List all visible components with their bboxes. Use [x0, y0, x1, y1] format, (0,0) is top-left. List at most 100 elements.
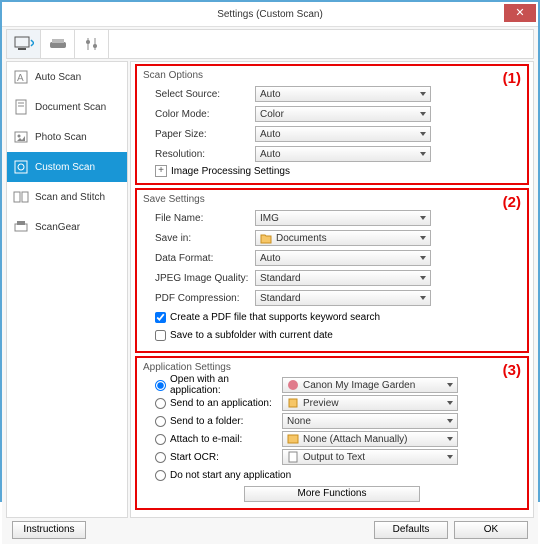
svg-text:A: A — [17, 73, 24, 84]
start-ocr-dropdown[interactable]: Output to Text — [282, 449, 458, 465]
photo-scan-icon — [13, 129, 29, 145]
dropdown-value: Standard — [260, 293, 301, 304]
button-label: More Functions — [298, 488, 367, 499]
app-icon — [287, 379, 299, 391]
button-label: OK — [484, 524, 498, 535]
open-with-app-radio[interactable] — [155, 380, 166, 391]
send-to-app-radio[interactable] — [155, 398, 166, 409]
radio-label: Send to a folder: — [170, 416, 278, 427]
pdf-compression-dropdown[interactable]: Standard — [255, 290, 431, 306]
radio-label: Open with an application: — [170, 374, 278, 396]
section-save-settings: Save Settings (2) File Name: IMG Save in… — [135, 188, 529, 353]
send-to-folder-dropdown[interactable]: None — [282, 413, 458, 429]
dropdown-value: None — [287, 416, 311, 427]
section-scan-options: Scan Options (1) Select Source: Auto Col… — [135, 64, 529, 185]
jpeg-quality-label: JPEG Image Quality: — [143, 273, 255, 284]
keyword-search-checkbox[interactable] — [155, 312, 166, 323]
custom-scan-icon — [13, 159, 29, 175]
folder-icon — [260, 232, 272, 244]
dropdown-value: Preview — [303, 398, 339, 409]
sidebar-item-label: ScanGear — [35, 222, 80, 233]
scangear-icon — [13, 219, 29, 235]
dropdown-value: Auto — [260, 89, 281, 100]
sidebar-item-auto-scan[interactable]: A Auto Scan — [7, 62, 127, 92]
callout-3: (3) — [503, 362, 521, 379]
data-format-label: Data Format: — [143, 253, 255, 264]
data-format-dropdown[interactable]: Auto — [255, 250, 431, 266]
save-in-dropdown[interactable]: Documents — [255, 230, 431, 246]
button-label: Instructions — [23, 524, 74, 535]
attach-email-dropdown[interactable]: None (Attach Manually) — [282, 431, 458, 447]
preview-icon — [287, 397, 299, 409]
titlebar: Settings (Custom Scan) ✕ — [2, 2, 538, 26]
instructions-button[interactable]: Instructions — [12, 521, 86, 539]
defaults-button[interactable]: Defaults — [374, 521, 448, 539]
start-ocr-radio[interactable] — [155, 452, 166, 463]
send-to-app-dropdown[interactable]: Preview — [282, 395, 458, 411]
text-icon — [287, 451, 299, 463]
pdf-compression-label: PDF Compression: — [143, 293, 255, 304]
sliders-icon — [84, 36, 100, 52]
color-mode-dropdown[interactable]: Color — [255, 106, 431, 122]
radio-label: Start OCR: — [170, 452, 278, 463]
jpeg-quality-dropdown[interactable]: Standard — [255, 270, 431, 286]
file-name-field[interactable]: IMG — [255, 210, 431, 226]
image-processing-expander[interactable]: + Image Processing Settings — [143, 165, 521, 177]
sidebar-item-label: Custom Scan — [35, 162, 95, 173]
radio-label: Attach to e-mail: — [170, 434, 278, 445]
attach-email-radio[interactable] — [155, 434, 166, 445]
textbox-value: IMG — [260, 213, 279, 224]
sidebar-item-label: Auto Scan — [35, 72, 81, 83]
select-source-dropdown[interactable]: Auto — [255, 86, 431, 102]
sidebar-item-photo-scan[interactable]: Photo Scan — [7, 122, 127, 152]
checkbox-label: Create a PDF file that supports keyword … — [170, 312, 380, 323]
tab-scan-from-computer[interactable] — [7, 30, 41, 58]
sidebar-item-label: Scan and Stitch — [35, 192, 105, 203]
dropdown-value: Standard — [260, 273, 301, 284]
footer: Instructions Defaults OK — [6, 518, 534, 542]
ok-button[interactable]: OK — [454, 521, 528, 539]
section-title: Save Settings — [143, 194, 521, 205]
callout-2: (2) — [503, 194, 521, 211]
resolution-label: Resolution: — [143, 149, 255, 160]
sidebar-item-label: Photo Scan — [35, 132, 87, 143]
dropdown-value: Color — [260, 109, 284, 120]
radio-label: Send to an application: — [170, 398, 278, 409]
paper-size-dropdown[interactable]: Auto — [255, 126, 431, 142]
dropdown-value: Output to Text — [303, 452, 365, 463]
do-not-start-radio[interactable] — [155, 470, 166, 481]
paper-size-label: Paper Size: — [143, 129, 255, 140]
top-tabs — [6, 29, 534, 59]
subfolder-checkbox[interactable] — [155, 330, 166, 341]
sidebar-item-scangear[interactable]: ScanGear — [7, 212, 127, 242]
resolution-dropdown[interactable]: Auto — [255, 146, 431, 162]
more-functions-button[interactable]: More Functions — [244, 486, 420, 502]
monitor-arrow-icon — [14, 36, 34, 52]
scanner-icon — [48, 36, 68, 52]
document-scan-icon — [13, 99, 29, 115]
mail-icon — [287, 433, 299, 445]
save-in-label: Save in: — [143, 233, 255, 244]
open-with-app-dropdown[interactable]: Canon My Image Garden — [282, 377, 458, 393]
section-application-settings: Application Settings (3) Open with an ap… — [135, 356, 529, 510]
close-button[interactable]: ✕ — [504, 4, 536, 22]
sidebar-item-scan-and-stitch[interactable]: Scan and Stitch — [7, 182, 127, 212]
color-mode-label: Color Mode: — [143, 109, 255, 120]
section-title: Scan Options — [143, 70, 521, 81]
dropdown-value: Canon My Image Garden — [303, 380, 415, 391]
auto-scan-icon: A — [13, 69, 29, 85]
tab-scan-from-panel[interactable] — [41, 30, 75, 58]
expander-label: Image Processing Settings — [171, 166, 290, 177]
stitch-icon — [13, 189, 29, 205]
tab-general-settings[interactable] — [75, 30, 109, 58]
window-title: Settings (Custom Scan) — [217, 9, 323, 20]
checkbox-label: Save to a subfolder with current date — [170, 330, 333, 341]
radio-label: Do not start any application — [170, 470, 291, 481]
sidebar-item-label: Document Scan — [35, 102, 106, 113]
button-label: Defaults — [393, 524, 430, 535]
dropdown-value: Auto — [260, 129, 281, 140]
send-to-folder-radio[interactable] — [155, 416, 166, 427]
sidebar-item-custom-scan[interactable]: Custom Scan — [7, 152, 127, 182]
dropdown-value: None (Attach Manually) — [303, 434, 408, 445]
sidebar-item-document-scan[interactable]: Document Scan — [7, 92, 127, 122]
